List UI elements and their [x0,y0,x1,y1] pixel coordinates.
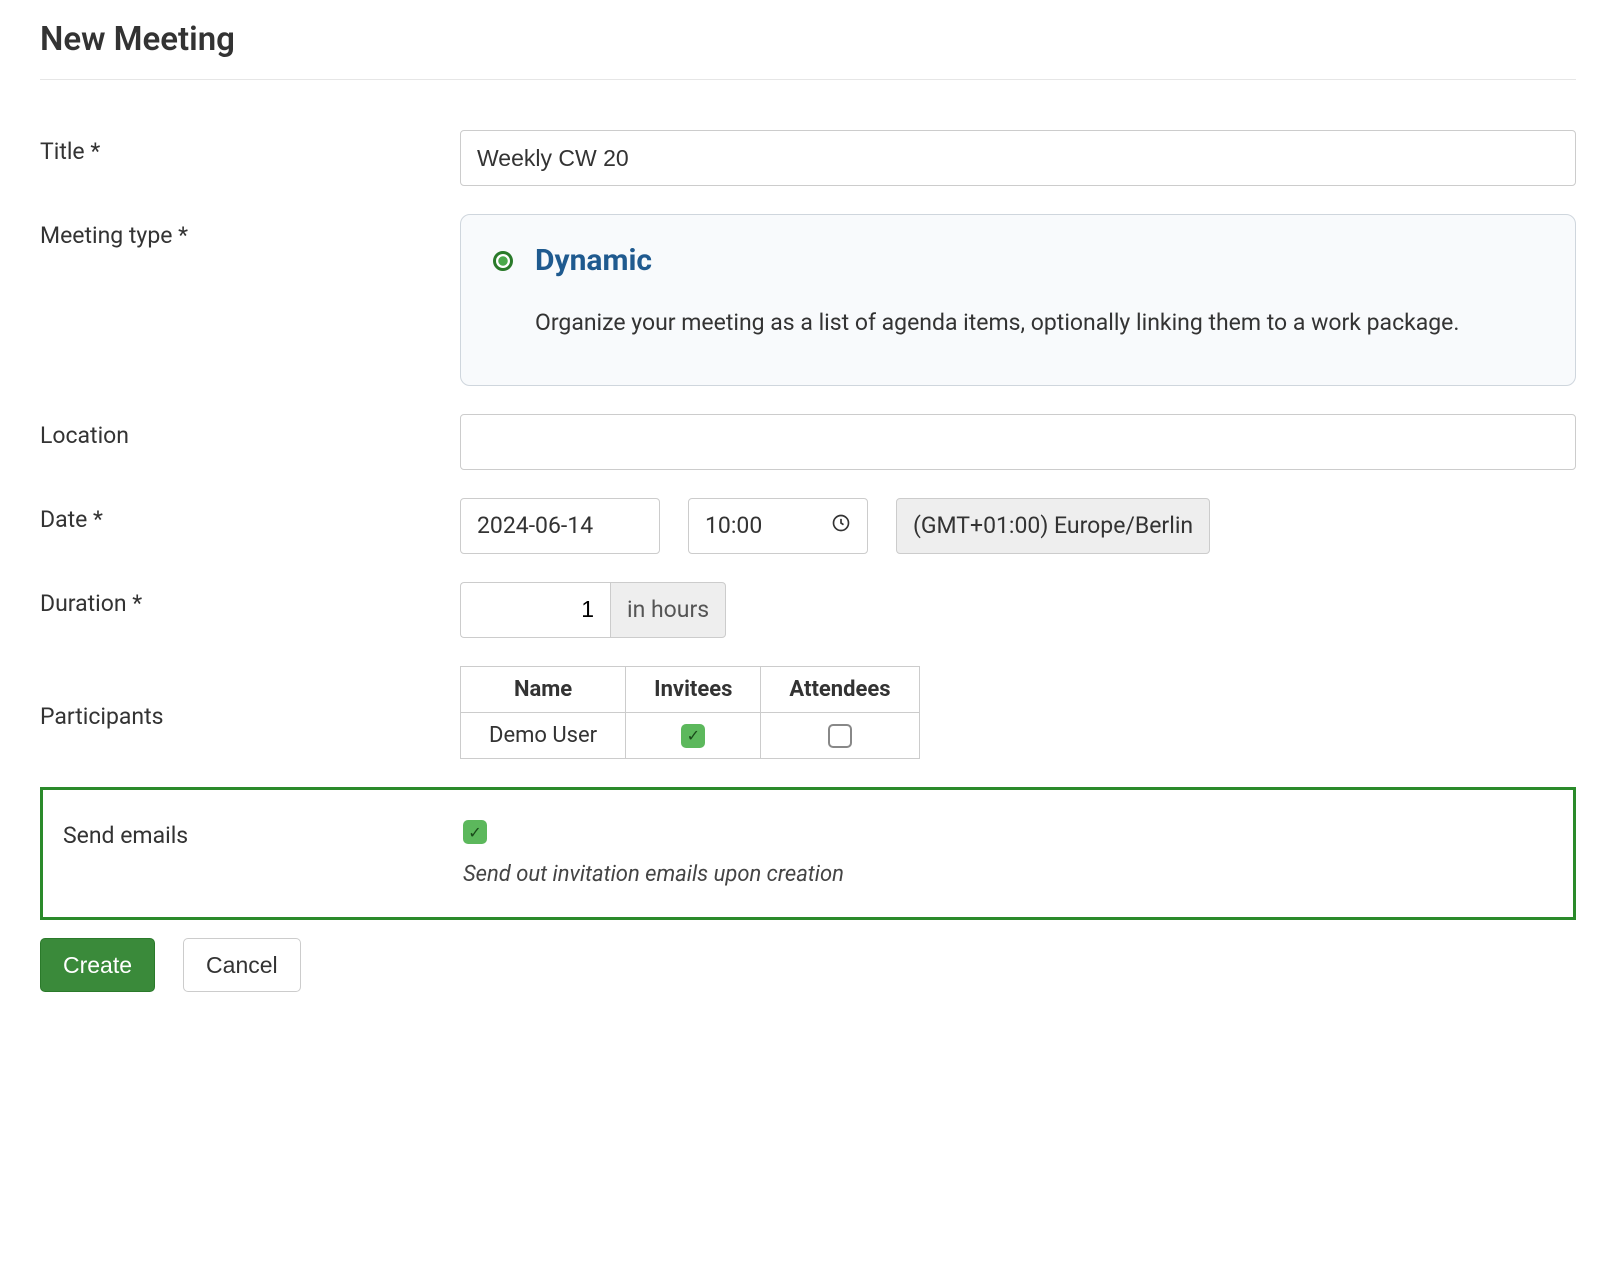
duration-unit: in hours [610,582,726,638]
participants-header-invitees: Invitees [626,666,761,712]
meeting-type-card-dynamic[interactable]: Dynamic Organize your meeting as a list … [460,214,1576,386]
create-button[interactable]: Create [40,938,155,992]
title-row: Title * [40,130,1576,186]
duration-row: Duration * in hours [40,582,1576,638]
timezone-display: (GMT+01:00) Europe/Berlin [896,498,1210,554]
time-value: 10:00 [705,512,762,539]
send-emails-description: Send out invitation emails upon creation [463,862,1553,887]
date-value: 2024-06-14 [477,512,593,539]
location-label: Location [40,414,460,449]
meeting-type-name: Dynamic [535,243,652,278]
page-title: New Meeting [40,20,1576,80]
time-input[interactable]: 10:00 [688,498,868,554]
date-input[interactable]: 2024-06-14 [460,498,660,554]
table-row: Demo User ✓ [461,712,920,758]
title-input[interactable] [460,130,1576,186]
radio-selected-icon[interactable] [493,251,513,271]
send-emails-checkbox[interactable]: ✓ [463,820,487,844]
duration-label: Duration * [40,582,460,617]
participant-name: Demo User [461,712,626,758]
location-input[interactable] [460,414,1576,470]
participants-header-name: Name [461,666,626,712]
meeting-type-row: Meeting type * Dynamic Organize your mee… [40,214,1576,386]
participants-label: Participants [40,695,460,730]
meeting-type-description: Organize your meeting as a list of agend… [493,302,1543,345]
participants-table: Name Invitees Attendees Demo User ✓ [460,666,920,759]
attendee-checkbox[interactable] [828,724,852,748]
participants-row: Participants Name Invitees Attendees Dem… [40,666,1576,759]
participants-header-attendees: Attendees [761,666,919,712]
meeting-type-label: Meeting type * [40,214,460,249]
location-row: Location [40,414,1576,470]
cancel-button[interactable]: Cancel [183,938,301,992]
date-row: Date * 2024-06-14 10:00 (GMT+01:00) Euro… [40,498,1576,554]
title-label: Title * [40,130,460,165]
button-row: Create Cancel [40,938,1576,992]
invitee-checkbox[interactable]: ✓ [681,724,705,748]
date-label: Date * [40,498,460,533]
send-emails-block: Send emails ✓ Send out invitation emails… [40,787,1576,920]
duration-input[interactable] [460,582,610,638]
clock-icon [831,512,851,539]
send-emails-label: Send emails [63,820,463,849]
